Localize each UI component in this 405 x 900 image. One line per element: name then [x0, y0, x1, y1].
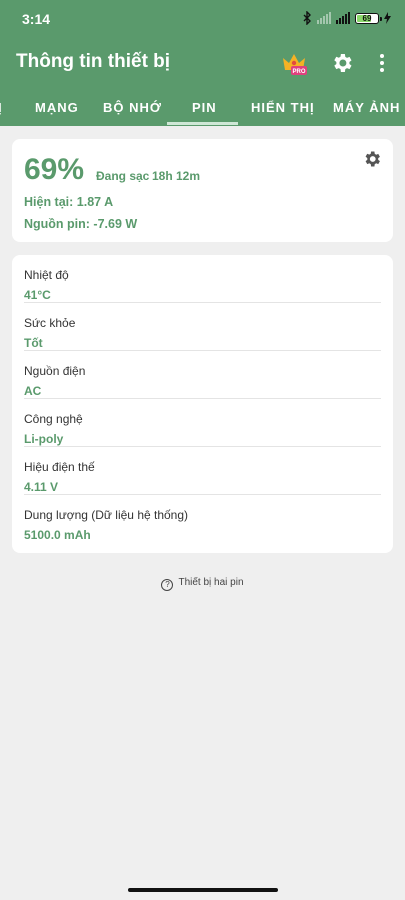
battery-power: Nguồn pin: -7.69 W [24, 217, 138, 231]
detail-label: Công nghệ [24, 412, 83, 426]
status-icons: 69 [302, 11, 391, 25]
detail-value: Tốt [24, 336, 43, 350]
dual-battery-label: Thiết bị hai pin [178, 577, 244, 588]
more-vert-icon[interactable] [377, 53, 387, 73]
page-title: Thông tin thiết bị [16, 51, 171, 72]
bluetooth-icon [303, 11, 311, 25]
detail-value: AC [24, 384, 42, 398]
tab-memory[interactable]: BỘ NHỚ [103, 100, 162, 115]
home-indicator[interactable] [128, 888, 278, 892]
charging-status: Đang sạc [96, 169, 150, 183]
tab-system[interactable]: Ị [0, 100, 3, 115]
tab-camera[interactable]: MÁY ẢNH [333, 100, 400, 115]
detail-label: Hiệu điện thế [24, 460, 95, 474]
battery-percent: 69% [24, 153, 85, 186]
detail-value: Li-poly [24, 432, 64, 446]
status-time: 3:14 [22, 11, 51, 27]
battery-details-card: Nhiệt độ 41°C Sức khỏe Tốt Nguồn điện AC… [12, 255, 393, 553]
app-bar: 3:14 69 Thông tin thiết bị PRO Ị MẠNG BỘ… [0, 0, 405, 126]
detail-label: Nhiệt độ [24, 268, 69, 282]
detail-label: Nguồn điện [24, 364, 86, 378]
battery-current: Hiện tại: 1.87 A [24, 195, 114, 209]
tab-indicator [167, 122, 238, 125]
signal-weak-icon [317, 12, 331, 24]
tab-network[interactable]: MẠNG [35, 100, 79, 115]
settings-gear-icon[interactable] [330, 51, 354, 75]
charging-bolt-icon [384, 12, 391, 24]
detail-value: 5100.0 mAh [24, 528, 91, 542]
detail-row-voltage: Hiệu điện thế 4.11 V [24, 447, 381, 495]
detail-row-technology: Công nghệ Li-poly [24, 399, 381, 447]
question-circle-icon: ? [161, 579, 174, 591]
battery-settings-icon[interactable] [362, 149, 382, 169]
detail-row-capacity: Dung lượng (Dữ liệu hệ thống) 5100.0 mAh [24, 495, 381, 542]
tab-bar: Ị MẠNG BỘ NHỚ PIN HIỂN THỊ MÁY ẢNH [0, 93, 405, 126]
detail-value: 4.11 V [24, 480, 59, 494]
battery-icon: 69 [355, 12, 382, 24]
detail-label: Dung lượng (Dữ liệu hệ thống) [24, 508, 189, 522]
status-bar: 3:14 69 [0, 0, 405, 38]
detail-row-health: Sức khỏe Tốt [24, 303, 381, 351]
detail-label: Sức khỏe [24, 316, 76, 330]
crown-pro-icon[interactable]: PRO [281, 51, 307, 77]
dual-battery-link[interactable]: ? Thiết bị hai pin [0, 577, 405, 591]
pro-badge: PRO [292, 69, 305, 75]
battery-level: 69 [362, 13, 372, 23]
tab-display[interactable]: HIỂN THỊ [251, 100, 315, 115]
time-remaining: 18h 12m [152, 169, 201, 183]
detail-row-temperature: Nhiệt độ 41°C [24, 255, 381, 303]
tab-battery[interactable]: PIN [192, 100, 217, 115]
detail-row-power-source: Nguồn điện AC [24, 351, 381, 399]
detail-value: 41°C [24, 288, 51, 302]
battery-summary-card: 69% Đang sạc 18h 12m Hiện tại: 1.87 A Ng… [12, 139, 393, 242]
signal-icon [336, 12, 350, 24]
